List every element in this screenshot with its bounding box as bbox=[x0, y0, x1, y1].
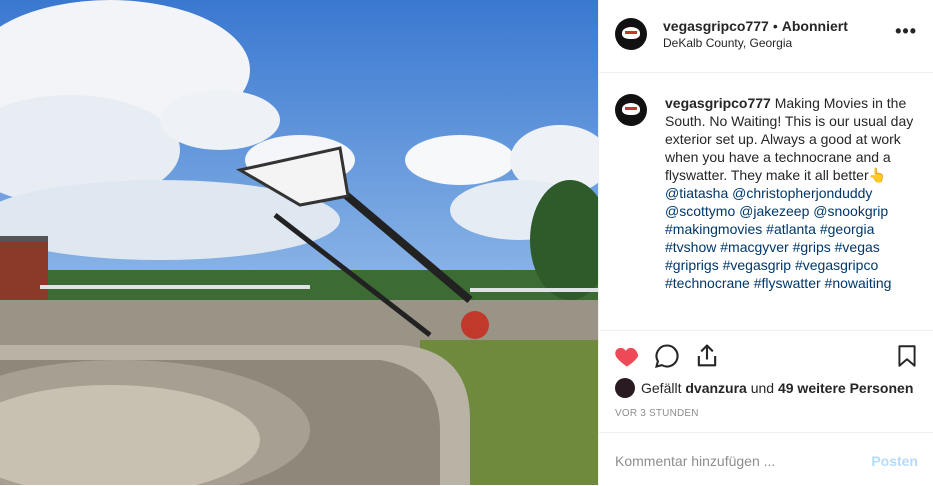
instagram-post: vegasgripco777 • Abonniert DeKalb County, … bbox=[0, 0, 933, 485]
caption-text: vegasgripco777 Making Movies in the Sout… bbox=[665, 94, 917, 292]
bookmark-icon[interactable] bbox=[894, 342, 920, 375]
separator-dot: • bbox=[772, 18, 778, 34]
comment-icon[interactable] bbox=[653, 342, 681, 375]
liker-avatar[interactable] bbox=[615, 378, 635, 398]
share-icon[interactable] bbox=[693, 342, 721, 375]
likes-prefix: Gefällt bbox=[641, 380, 682, 396]
post-photo[interactable] bbox=[0, 0, 598, 485]
follow-status-button[interactable]: Abonniert bbox=[782, 18, 848, 34]
post-timestamp[interactable]: VOR 3 STUNDEN bbox=[615, 408, 699, 419]
post-comment-button[interactable]: Posten bbox=[871, 453, 918, 469]
post-sidebar: vegasgripco777 • Abonniert DeKalb County, … bbox=[598, 0, 933, 485]
username-link[interactable]: vegasgripco777 bbox=[663, 18, 769, 34]
comment-input[interactable]: Kommentar hinzufügen ... bbox=[615, 453, 775, 469]
avatar[interactable] bbox=[615, 18, 647, 50]
action-bar bbox=[599, 338, 933, 378]
caption-section: vegasgripco777 Making Movies in the Sout… bbox=[599, 72, 933, 331]
caption-username[interactable]: vegasgripco777 bbox=[665, 95, 771, 111]
post-image bbox=[0, 0, 598, 485]
caption-avatar[interactable] bbox=[615, 94, 647, 126]
post-header: vegasgripco777 • Abonniert DeKalb County, … bbox=[599, 0, 933, 73]
likes-mid: und bbox=[750, 380, 775, 396]
heart-icon[interactable] bbox=[613, 342, 641, 375]
caption-tags[interactable]: @tiatasha @christopherjonduddy @scottymo… bbox=[665, 185, 891, 291]
more-icon[interactable]: ••• bbox=[895, 22, 917, 40]
location-link[interactable]: DeKalb County, Georgia bbox=[663, 36, 848, 50]
comment-box: Kommentar hinzufügen ... Posten bbox=[599, 432, 933, 486]
likes-user[interactable]: dvanzura bbox=[685, 380, 746, 396]
likes-count[interactable]: 49 weitere Personen bbox=[778, 380, 913, 396]
likes-line: Gefällt dvanzura und 49 weitere Personen bbox=[615, 378, 913, 398]
